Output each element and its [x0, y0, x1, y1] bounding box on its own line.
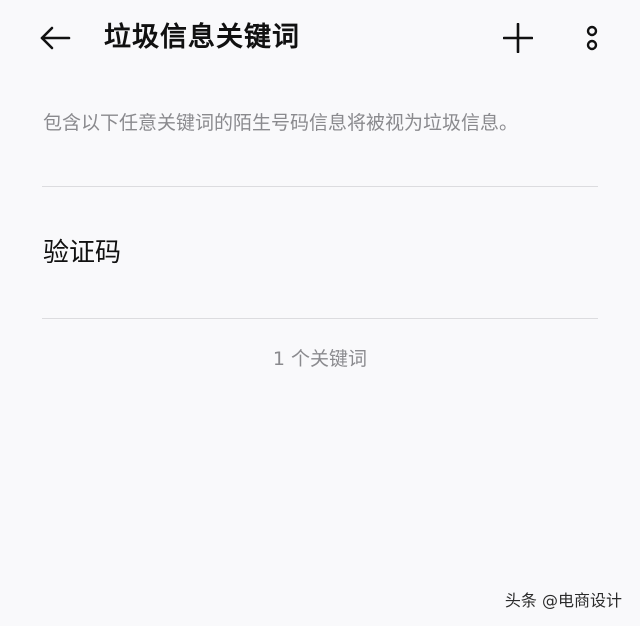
app-header: 垃圾信息关键词	[0, 0, 640, 76]
keyword-label: 验证码	[43, 238, 122, 268]
plus-icon	[503, 23, 533, 53]
back-button[interactable]	[34, 18, 76, 58]
description-text: 包含以下任意关键词的陌生号码信息将被视为垃圾信息。	[43, 112, 519, 134]
keyword-count: 1 个关键词	[272, 348, 368, 370]
divider-top	[42, 186, 598, 187]
more-options-button[interactable]	[572, 16, 612, 60]
watermark: 头条 @电商设计	[504, 591, 622, 610]
divider-bottom	[42, 318, 598, 319]
add-keyword-button[interactable]	[496, 16, 540, 60]
more-vertical-icon	[586, 25, 598, 51]
page-title: 垃圾信息关键词	[104, 22, 300, 53]
arrow-left-icon	[40, 26, 71, 50]
keyword-list-item[interactable]: 验证码	[0, 188, 640, 318]
